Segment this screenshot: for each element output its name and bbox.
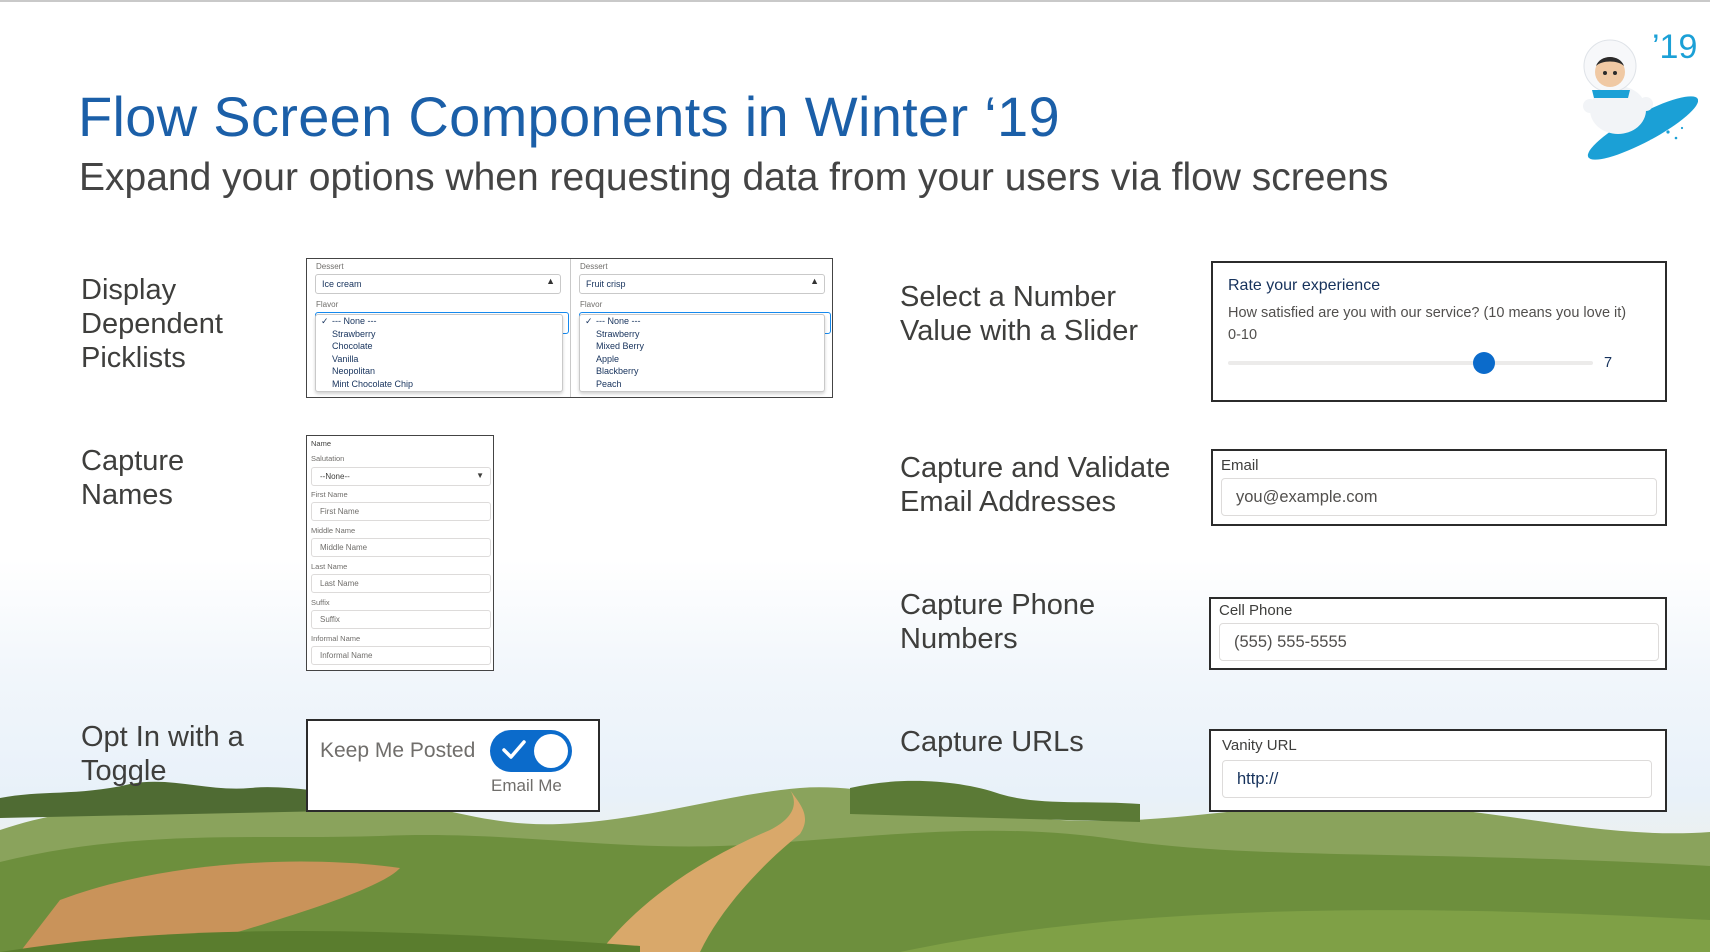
dessert-label: Dessert bbox=[580, 262, 608, 271]
flavor-option[interactable]: Strawberry bbox=[316, 328, 562, 341]
feature-label-slider: Select a Number Value with a Slider bbox=[900, 280, 1138, 348]
vanity-url-field[interactable]: http:// bbox=[1222, 760, 1652, 798]
salutation-label: Salutation bbox=[311, 454, 345, 463]
dessert-select[interactable]: Ice cream ▲ bbox=[315, 274, 561, 294]
flavor-listbox[interactable]: --- None --- Strawberry Mixed Berry Appl… bbox=[579, 314, 825, 392]
informal-name-label: Informal Name bbox=[311, 634, 361, 643]
feature-label-email: Capture and Validate Email Addresses bbox=[900, 451, 1170, 519]
feature-text: Capture and Validate Email Addresses bbox=[900, 452, 1171, 518]
middle-name-label: Middle Name bbox=[311, 526, 356, 535]
slider-thumb[interactable] bbox=[1472, 352, 1495, 374]
feature-label-phone: Capture Phone Numbers bbox=[900, 588, 1095, 656]
flavor-option[interactable]: Chocolate bbox=[316, 340, 562, 353]
first-name-label: First Name bbox=[311, 490, 348, 499]
last-name-label: Last Name bbox=[311, 562, 348, 571]
name-form-panel: Name Salutation --None-- ▼ First Name Fi… bbox=[306, 435, 494, 671]
select-arrows-icon: ▲ bbox=[546, 276, 555, 286]
feature-label-toggle: Opt In with a Toggle bbox=[81, 720, 244, 788]
feature-label-names: Capture Names bbox=[81, 444, 184, 512]
flavor-option[interactable]: Mint Chocolate Chip bbox=[316, 378, 562, 391]
flavor-option[interactable]: Vanilla bbox=[316, 353, 562, 366]
cell-phone-field[interactable]: (555) 555-5555 bbox=[1219, 623, 1659, 661]
dessert-select-value: Ice cream bbox=[322, 279, 362, 289]
salutation-select[interactable]: --None-- ▼ bbox=[311, 467, 491, 486]
email-field[interactable]: you@example.com bbox=[1221, 478, 1657, 516]
feature-text: Display Dependent Picklists bbox=[81, 274, 223, 374]
release-badge: ’19 bbox=[1652, 28, 1698, 66]
flavor-option[interactable]: Mixed Berry bbox=[580, 340, 824, 353]
slider-title: Rate your experience bbox=[1228, 277, 1381, 294]
informal-name-field[interactable]: Informal Name bbox=[311, 646, 491, 665]
flavor-option[interactable]: Blackberry bbox=[580, 365, 824, 378]
name-header: Name bbox=[311, 439, 332, 448]
phone-panel: Cell Phone (555) 555-5555 bbox=[1209, 597, 1667, 670]
flavor-option[interactable]: Neopolitan bbox=[316, 365, 562, 378]
dependent-picklists-panel: Dessert Ice cream ▲ Flavor --- None --- … bbox=[306, 258, 833, 398]
toggle-panel: Keep Me Posted Email Me bbox=[306, 719, 600, 812]
feature-text: Opt In with a Toggle bbox=[81, 721, 244, 787]
slider-range: 0-10 bbox=[1228, 327, 1258, 343]
slide-subtitle: Expand your options when requesting data… bbox=[79, 156, 1389, 199]
slider-question: How satisfied are you with our service? … bbox=[1228, 305, 1627, 321]
first-name-field[interactable]: First Name bbox=[311, 502, 491, 521]
feature-label-picklists: Display Dependent Picklists bbox=[81, 273, 223, 375]
dessert-select[interactable]: Fruit crisp ▲ bbox=[579, 274, 825, 294]
flavor-option[interactable]: --- None --- bbox=[316, 315, 562, 328]
flavor-option[interactable]: Apple bbox=[580, 353, 824, 366]
toggle-label: Keep Me Posted bbox=[320, 739, 476, 762]
dessert-select-value: Fruit crisp bbox=[586, 279, 626, 289]
slider-track[interactable] bbox=[1228, 361, 1593, 365]
chevron-down-icon: ▼ bbox=[476, 471, 484, 480]
slider-value: 7 bbox=[1604, 355, 1613, 371]
slide-title: Flow Screen Components in Winter ‘19 bbox=[78, 85, 1060, 148]
email-label: Email bbox=[1221, 457, 1259, 474]
top-rule bbox=[0, 0, 1710, 2]
toggle-knob bbox=[534, 734, 568, 768]
feature-text: Capture Phone Numbers bbox=[900, 589, 1096, 655]
phone-label: Cell Phone bbox=[1219, 602, 1293, 619]
feature-text: Capture URLs bbox=[900, 726, 1084, 758]
suffix-field[interactable]: Suffix bbox=[311, 610, 491, 629]
url-panel: Vanity URL http:// bbox=[1209, 729, 1667, 812]
url-label: Vanity URL bbox=[1222, 737, 1297, 754]
picklist-column-left: Dessert Ice cream ▲ Flavor --- None --- … bbox=[307, 259, 569, 396]
feature-text: Select a Number Value with a Slider bbox=[900, 281, 1139, 347]
feature-text: Capture Names bbox=[81, 445, 185, 511]
picklist-column-right: Dessert Fruit crisp ▲ Flavor --- None --… bbox=[571, 259, 833, 396]
checkmark-icon bbox=[502, 740, 526, 759]
salutation-value: --None-- bbox=[320, 472, 350, 481]
toggle-caption: Email Me bbox=[491, 776, 562, 795]
suffix-label: Suffix bbox=[311, 598, 330, 607]
email-panel: Email you@example.com bbox=[1211, 449, 1667, 526]
flavor-listbox[interactable]: --- None --- Strawberry Chocolate Vanill… bbox=[315, 314, 563, 392]
flavor-label: Flavor bbox=[580, 300, 603, 309]
slider-panel: Rate your experience How satisfied are y… bbox=[1211, 261, 1667, 402]
select-arrows-icon: ▲ bbox=[810, 276, 819, 286]
flavor-option[interactable]: Peach bbox=[580, 378, 824, 391]
flavor-option[interactable]: Strawberry bbox=[580, 328, 824, 341]
feature-label-urls: Capture URLs bbox=[900, 725, 1084, 759]
last-name-field[interactable]: Last Name bbox=[311, 574, 491, 593]
middle-name-field[interactable]: Middle Name bbox=[311, 538, 491, 557]
dessert-label: Dessert bbox=[316, 262, 344, 271]
flavor-label: Flavor bbox=[316, 300, 339, 309]
flavor-option[interactable]: --- None --- bbox=[580, 315, 824, 328]
email-me-toggle[interactable] bbox=[490, 730, 572, 772]
